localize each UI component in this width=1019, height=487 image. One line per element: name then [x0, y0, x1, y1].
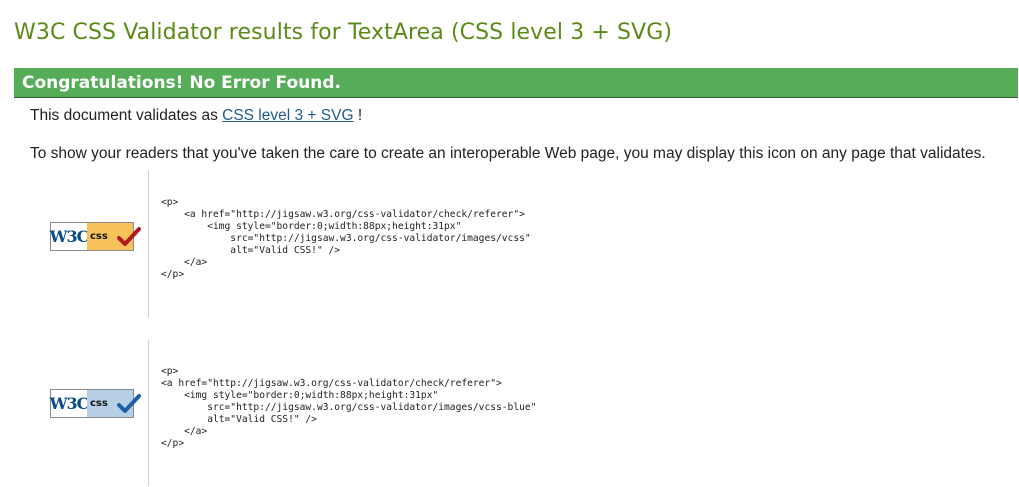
validation-status-prefix: This document validates as	[30, 107, 223, 124]
w3c-css-valid-blue-icon[interactable]: W3C css	[50, 389, 141, 418]
validation-status: This document validates as CSS level 3 +…	[30, 107, 362, 125]
w3c-logo-text: W3C	[50, 390, 89, 417]
badge-code-snippet: <p> <a href="http://jigsaw.w3.org/css-va…	[161, 366, 537, 449]
css-level-link[interactable]: CSS level 3 + SVG	[222, 107, 353, 124]
vertical-divider	[148, 171, 149, 317]
page-title: W3C CSS Validator results for TextArea (…	[14, 20, 673, 45]
success-banner-text: Congratulations! No Error Found.	[22, 73, 341, 93]
badge-row-gold: W3C css <p> <a href="http://jigsaw.w3.or…	[30, 171, 1010, 317]
w3c-logo-text: W3C	[50, 223, 89, 250]
checkmark-icon	[117, 227, 141, 246]
badge-row-blue: W3C css <p> <a href="http://jigsaw.w3.or…	[30, 340, 1010, 486]
validation-status-suffix: !	[353, 107, 363, 124]
icon-note: To show your readers that you've taken t…	[30, 145, 986, 162]
success-banner: Congratulations! No Error Found.	[14, 68, 1018, 98]
checkmark-icon	[117, 394, 141, 413]
w3c-css-valid-icon[interactable]: W3C css	[50, 222, 141, 251]
badge-code-snippet: <p> <a href="http://jigsaw.w3.org/css-va…	[161, 197, 531, 280]
vertical-divider	[148, 340, 149, 486]
